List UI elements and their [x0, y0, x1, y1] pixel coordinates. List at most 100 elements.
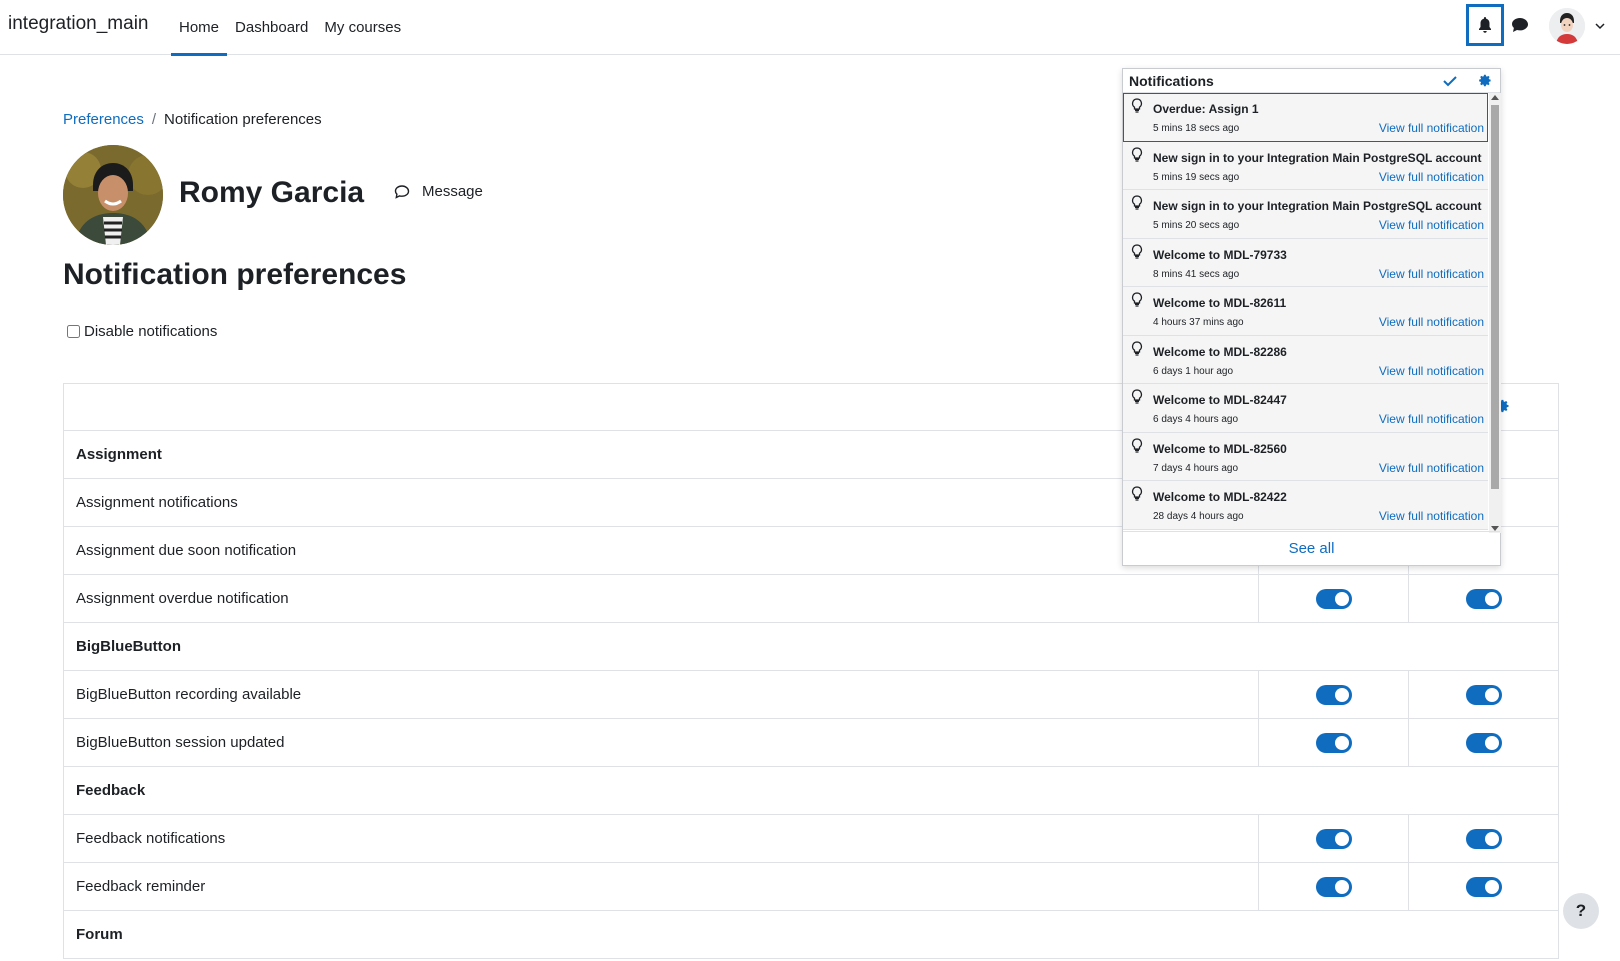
table-group-row: Forum: [63, 910, 1559, 959]
email-toggle[interactable]: [1465, 684, 1502, 705]
page-title: Notification preferences: [63, 258, 407, 291]
user-menu-toggle[interactable]: [1549, 8, 1611, 44]
notification-title: Welcome to MDL-82286: [1153, 344, 1287, 359]
web-toggle[interactable]: [1315, 684, 1352, 705]
view-full-notification-link[interactable]: View full notification: [1379, 121, 1484, 135]
notification-title: Welcome to MDL-82611: [1153, 296, 1287, 310]
email-toggle-cell: [1408, 814, 1559, 863]
email-toggle[interactable]: [1465, 588, 1502, 609]
notification-time: 28 days 4 hours ago: [1153, 511, 1244, 522]
breadcrumb-preferences[interactable]: Preferences: [63, 111, 144, 128]
nav-dashboard[interactable]: Dashboard: [227, 0, 316, 55]
notification-time: 6 days 4 hours ago: [1153, 414, 1239, 425]
preference-label: BigBlueButton recording available: [63, 670, 1259, 719]
messages-button[interactable]: [1509, 14, 1531, 36]
site-name[interactable]: integration_main: [8, 13, 148, 35]
notification-item[interactable]: Welcome to MDL-82447 6 days 4 hours ago …: [1123, 384, 1488, 433]
preference-label: Assignment due soon notification: [63, 526, 1259, 575]
lightbulb-icon: [1131, 437, 1143, 453]
profile-picture[interactable]: [63, 145, 163, 245]
message-label: Message: [422, 183, 483, 200]
view-full-notification-link[interactable]: View full notification: [1379, 218, 1484, 232]
notification-time: 7 days 4 hours ago: [1153, 462, 1239, 474]
notification-item[interactable]: New sign in to your Integration Main Pos…: [1123, 190, 1488, 239]
nav-my-courses[interactable]: My courses: [316, 0, 409, 55]
help-button[interactable]: ?: [1563, 893, 1599, 929]
gear-icon: [1478, 74, 1491, 87]
avatar: [1549, 8, 1585, 44]
breadcrumb-separator: /: [151, 111, 157, 128]
notifications-button[interactable]: [1466, 4, 1504, 46]
web-toggle-cell: [1258, 814, 1409, 863]
chevron-down-icon: [1595, 23, 1605, 30]
notification-time: 4 hours 37 mins ago: [1153, 317, 1244, 328]
preference-label: Feedback reminder: [63, 862, 1259, 911]
scroll-up-arrow[interactable]: [1491, 95, 1499, 100]
web-toggle[interactable]: [1315, 588, 1352, 609]
email-toggle-cell: [1408, 718, 1559, 767]
notification-title: New sign in to your Integration Main Pos…: [1153, 199, 1482, 213]
notification-scrollbar[interactable]: [1489, 93, 1501, 533]
web-toggle[interactable]: [1315, 876, 1352, 897]
see-all-link[interactable]: See all: [1123, 531, 1500, 565]
web-toggle[interactable]: [1315, 732, 1352, 753]
view-full-notification-link[interactable]: View full notification: [1379, 364, 1484, 378]
breadcrumb: Preferences / Notification preferences: [63, 111, 322, 128]
preference-label: Feedback notifications: [63, 814, 1259, 863]
notifications-popover: Notifications Overdue: Assign 1 5 mins 1…: [1122, 68, 1501, 566]
notification-item[interactable]: Overdue: Assign 1 5 mins 18 secs ago Vie…: [1123, 93, 1488, 144]
scrollbar-thumb[interactable]: [1491, 105, 1499, 489]
check-icon: [1443, 75, 1457, 86]
web-toggle-cell: [1258, 718, 1409, 767]
preference-label: BigBlueButton session updated: [63, 718, 1259, 767]
mark-all-read-button[interactable]: [1440, 71, 1460, 91]
email-toggle[interactable]: [1465, 732, 1502, 753]
notification-item[interactable]: Welcome to MDL-82422 28 days 4 hours ago…: [1123, 481, 1488, 530]
email-toggle[interactable]: [1465, 828, 1502, 849]
view-full-notification-link[interactable]: View full notification: [1379, 170, 1484, 184]
email-toggle-cell: [1408, 670, 1559, 719]
notification-title: Overdue: Assign 1: [1153, 102, 1259, 116]
table-row: Feedback notifications: [63, 814, 1559, 863]
message-button[interactable]: Message: [394, 183, 483, 200]
preference-label: Assignment overdue notification: [63, 574, 1259, 623]
web-toggle[interactable]: [1315, 828, 1352, 849]
table-row: Feedback reminder: [63, 862, 1559, 911]
web-toggle-cell: [1258, 862, 1409, 911]
bell-icon: [1479, 17, 1491, 33]
view-full-notification-link[interactable]: View full notification: [1379, 315, 1484, 329]
speech-bubble-icon: [394, 184, 410, 199]
notification-time: 5 mins 20 secs ago: [1153, 220, 1240, 231]
view-full-notification-link[interactable]: View full notification: [1379, 267, 1484, 281]
notification-item[interactable]: Welcome to MDL-82286 6 days 1 hour ago V…: [1123, 335, 1488, 384]
email-toggle[interactable]: [1465, 876, 1502, 897]
notification-item[interactable]: Welcome to MDL-82560 7 days 4 hours ago …: [1123, 432, 1488, 481]
table-header-cell: [63, 383, 1259, 431]
breadcrumb-current: Notification preferences: [164, 111, 322, 128]
notification-item[interactable]: Welcome to MDL-79733 8 mins 41 secs ago …: [1123, 238, 1488, 287]
table-row: Assignment overdue notification: [63, 574, 1559, 623]
notification-title: Welcome to MDL-82422: [1153, 490, 1287, 504]
preference-label: Assignment notifications: [63, 478, 1259, 527]
notification-item[interactable]: Welcome to MDL-82611 4 hours 37 mins ago…: [1123, 287, 1488, 336]
lightbulb-icon: [1131, 292, 1143, 307]
web-toggle-cell: [1258, 670, 1409, 719]
web-toggle-cell: [1258, 574, 1409, 623]
notification-title: Welcome to MDL-82560: [1153, 441, 1287, 456]
lightbulb-icon: [1131, 340, 1143, 356]
group-label: Feedback: [63, 766, 1559, 815]
view-full-notification-link[interactable]: View full notification: [1379, 412, 1484, 426]
disable-notifications-option: Disable notifications: [67, 323, 217, 340]
notification-settings-button[interactable]: [1474, 71, 1494, 91]
table-row: BigBlueButton session updated: [63, 718, 1559, 767]
view-full-notification-link[interactable]: View full notification: [1379, 509, 1484, 523]
disable-notifications-checkbox[interactable]: [67, 325, 80, 338]
table-group-row: BigBlueButton: [63, 622, 1559, 671]
notification-item[interactable]: New sign in to your Integration Main Pos…: [1123, 141, 1488, 190]
group-label: Forum: [63, 910, 1559, 959]
nav-home[interactable]: Home: [171, 0, 228, 56]
view-full-notification-link[interactable]: View full notification: [1379, 461, 1484, 475]
notification-time: 6 days 1 hour ago: [1153, 365, 1234, 377]
lightbulb-icon: [1131, 389, 1143, 404]
notification-list: Overdue: Assign 1 5 mins 18 secs ago Vie…: [1123, 93, 1488, 533]
